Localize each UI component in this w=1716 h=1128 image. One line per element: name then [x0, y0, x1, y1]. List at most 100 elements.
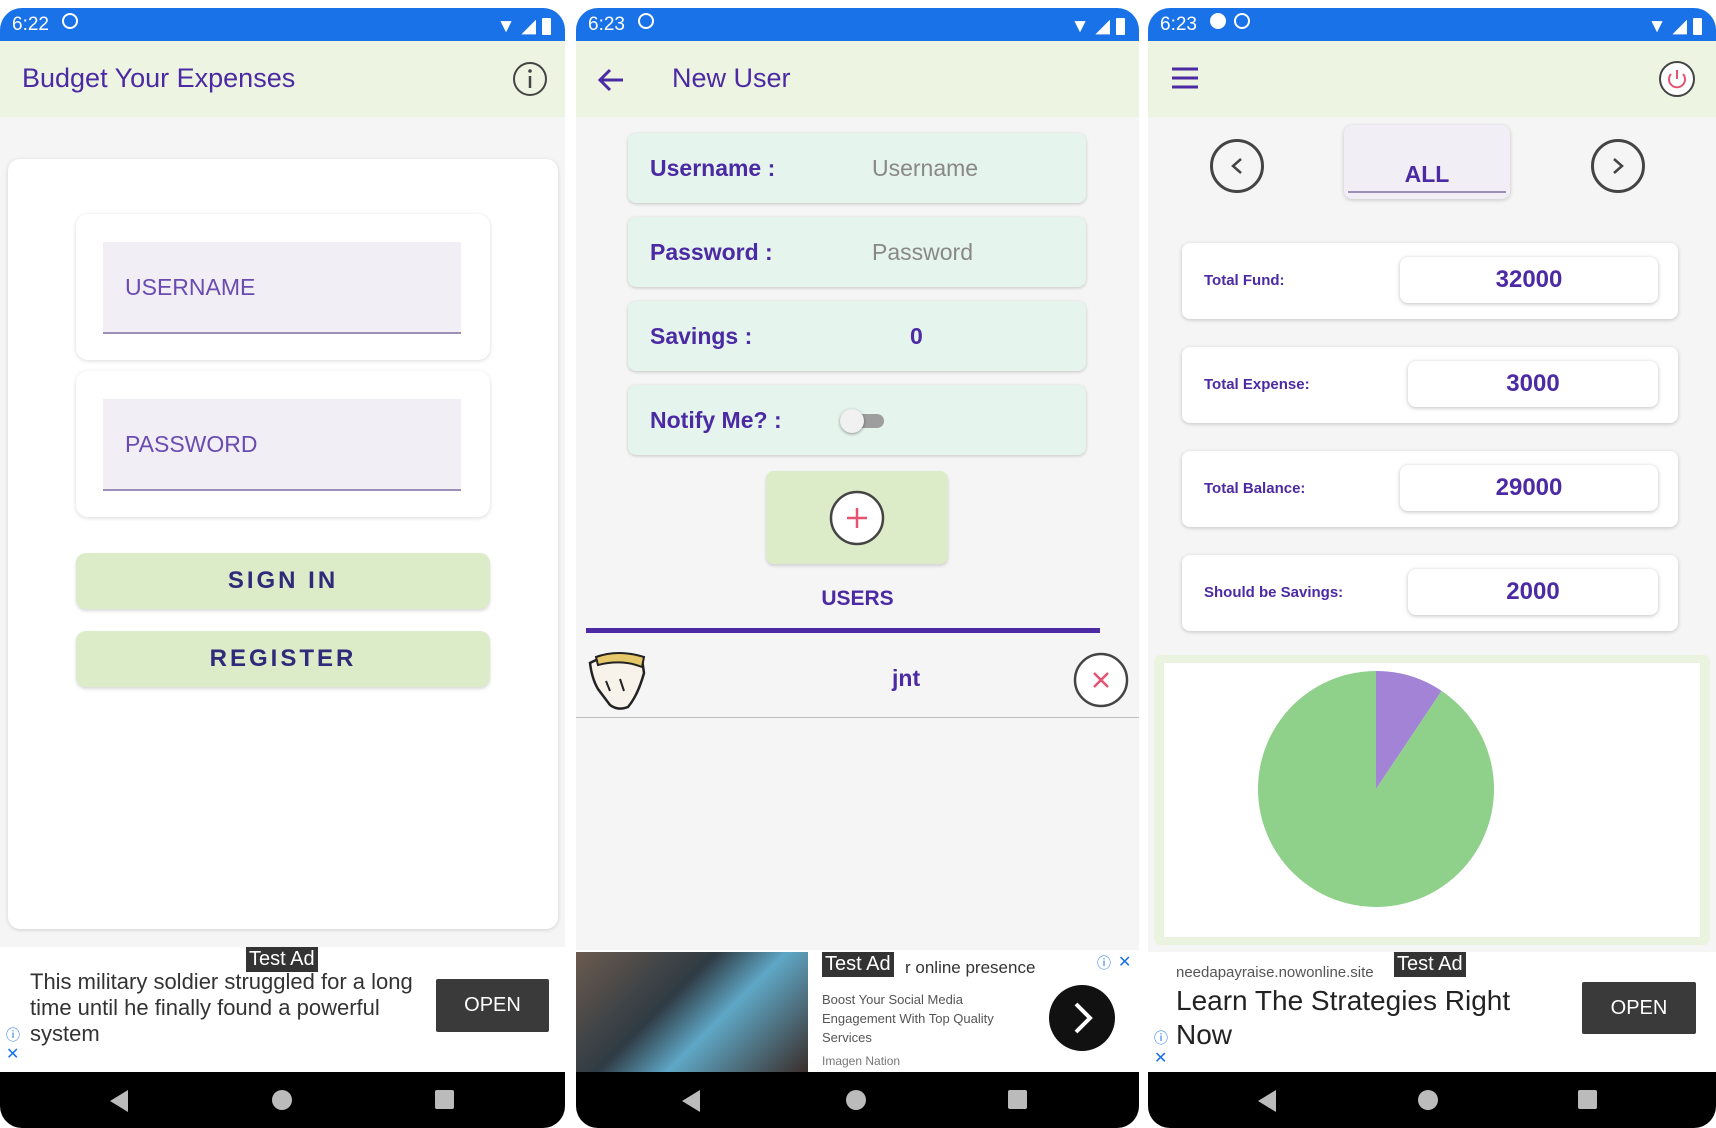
notify-label: Notify Me? : — [650, 407, 782, 433]
register-button[interactable]: REGISTER — [76, 631, 490, 687]
phone-new-user: 6:23 ▼ ◢ New User Username : Username Pa… — [576, 0, 1139, 1128]
nav-recents-icon[interactable] — [1578, 1090, 1597, 1109]
notify-toggle[interactable] — [840, 409, 884, 433]
wifi-icon: ▼ — [1647, 15, 1667, 37]
sign-in-button[interactable]: SIGN IN — [76, 553, 490, 609]
password-input[interactable]: Password — [872, 239, 973, 266]
nav-bar — [1148, 1072, 1716, 1128]
stat-total-fund: Total Fund: 32000 — [1182, 243, 1678, 319]
user-avatar-icon — [588, 652, 646, 710]
password-input[interactable]: PASSWORD — [103, 399, 461, 491]
power-icon[interactable] — [1658, 60, 1696, 98]
new-user-content: Username : Username Password : Password … — [576, 117, 1139, 950]
notify-row: Notify Me? : — [628, 385, 1086, 455]
signal-icon: ◢ — [521, 16, 536, 37]
savings-row: Savings : 0 — [628, 301, 1086, 371]
ad-info-icon[interactable]: ⓘ — [6, 1025, 20, 1045]
nav-recents-icon[interactable] — [435, 1090, 454, 1109]
signal-icon: ◢ — [1095, 16, 1110, 37]
nav-recents-icon[interactable] — [1008, 1090, 1027, 1109]
password-card: PASSWORD — [76, 371, 490, 517]
username-input[interactable]: USERNAME — [103, 242, 461, 334]
menu-icon[interactable] — [1170, 65, 1200, 91]
ad-info-icon[interactable]: ⓘ — [1154, 1028, 1168, 1048]
notification-icon — [638, 13, 654, 29]
stat-label: Total Fund: — [1204, 272, 1285, 289]
ad-arrow-button[interactable] — [1048, 984, 1116, 1052]
nav-back-icon[interactable] — [110, 1090, 128, 1112]
prev-period-button[interactable] — [1210, 139, 1264, 193]
app-bar: Budget Your Expenses — [0, 41, 565, 117]
period-selector[interactable]: ALL — [1344, 125, 1510, 199]
info-icon[interactable] — [512, 61, 548, 97]
ad-headline: r online presence — [905, 958, 1036, 977]
app-bar — [1148, 41, 1716, 117]
stat-total-balance: Total Balance: 29000 — [1182, 451, 1678, 527]
ad-info-icon[interactable]: ⓘ — [1097, 953, 1111, 973]
notification-icon — [1210, 13, 1226, 29]
notification-icon — [62, 13, 78, 29]
nav-back-icon[interactable] — [1258, 1090, 1276, 1112]
ad-close-icon[interactable]: ✕ — [1154, 1048, 1167, 1068]
ad-image — [576, 952, 808, 1072]
stat-total-expense: Total Expense: 3000 — [1182, 347, 1678, 423]
stat-value: 32000 — [1400, 257, 1658, 303]
battery-icon — [1693, 18, 1702, 35]
battery-icon — [1116, 18, 1125, 35]
password-label: Password : — [650, 239, 773, 265]
nav-home-icon[interactable] — [272, 1090, 292, 1110]
tab-indicator — [586, 628, 1100, 633]
ad-close-icon[interactable]: ✕ — [6, 1044, 19, 1064]
stat-label: Total Balance: — [1204, 480, 1306, 497]
ad-banner[interactable]: Test Ad r online presence Boost Your Soc… — [576, 950, 1139, 1072]
next-period-button[interactable] — [1591, 139, 1645, 193]
ad-open-button[interactable]: OPEN — [1582, 982, 1696, 1034]
username-row: Username : Username — [628, 133, 1086, 203]
status-bar: 6:22 ▼ ◢ — [0, 8, 565, 41]
stat-value: 3000 — [1408, 361, 1658, 407]
test-ad-badge: Test Ad — [1394, 952, 1466, 977]
username-label: Username : — [650, 155, 776, 181]
period-label: ALL — [1404, 161, 1450, 187]
password-row: Password : Password — [628, 217, 1086, 287]
add-user-button[interactable] — [766, 471, 948, 564]
test-ad-badge: Test Ad — [822, 952, 894, 977]
nav-bar — [0, 1072, 565, 1128]
delete-user-icon[interactable] — [1072, 651, 1130, 709]
dashboard-content: ALL Total Fund: 32000 Total Expense: 300… — [1148, 117, 1716, 952]
stat-value: 2000 — [1408, 569, 1658, 615]
page-title: New User — [672, 63, 791, 93]
stat-should-be-savings: Should be Savings: 2000 — [1182, 555, 1678, 631]
ad-domain: needapayraise.nowonline.site — [1176, 964, 1374, 981]
status-time: 6:23 — [588, 14, 625, 35]
phone-login: 6:22 ▼ ◢ Budget Your Expenses USERNAME P… — [0, 0, 565, 1128]
nav-home-icon[interactable] — [1418, 1090, 1438, 1110]
login-content: USERNAME PASSWORD SIGN IN REGISTER — [0, 117, 565, 947]
app-title: Budget Your Expenses — [22, 63, 296, 93]
chevron-left-icon — [1231, 158, 1242, 174]
username-input[interactable]: Username — [872, 155, 978, 182]
ad-banner[interactable]: Test Ad This military soldier struggled … — [0, 947, 565, 1072]
status-bar: 6:23 ▼ ◢ — [1148, 8, 1716, 41]
wifi-icon: ▼ — [1070, 15, 1090, 37]
savings-input[interactable]: 0 — [910, 323, 923, 350]
ad-banner[interactable]: Test Ad needapayraise.nowonline.site Lea… — [1148, 952, 1716, 1072]
ad-headline: Learn The Strategies Right Now — [1176, 985, 1511, 1050]
app-bar: New User — [576, 41, 1139, 117]
tab-users[interactable]: USERS — [576, 587, 1139, 611]
list-item[interactable]: jnt — [576, 643, 1139, 718]
ad-open-button[interactable]: OPEN — [436, 979, 549, 1032]
period-underline — [1348, 191, 1506, 193]
stat-label: Total Expense: — [1204, 376, 1310, 393]
ad-body: Boost Your Social Media Engagement With … — [822, 992, 994, 1045]
status-bar: 6:23 ▼ ◢ — [576, 8, 1139, 41]
ad-close-icon[interactable]: ✕ — [1118, 952, 1131, 972]
nav-back-icon[interactable] — [682, 1090, 700, 1112]
plus-circle-icon — [829, 490, 885, 546]
login-card: USERNAME PASSWORD SIGN IN REGISTER — [8, 159, 558, 929]
notification-icon-2 — [1234, 13, 1250, 29]
pie-slice-balance — [1258, 671, 1494, 907]
user-name: jnt — [892, 665, 921, 691]
nav-home-icon[interactable] — [846, 1090, 866, 1110]
back-arrow-icon[interactable] — [596, 65, 626, 95]
